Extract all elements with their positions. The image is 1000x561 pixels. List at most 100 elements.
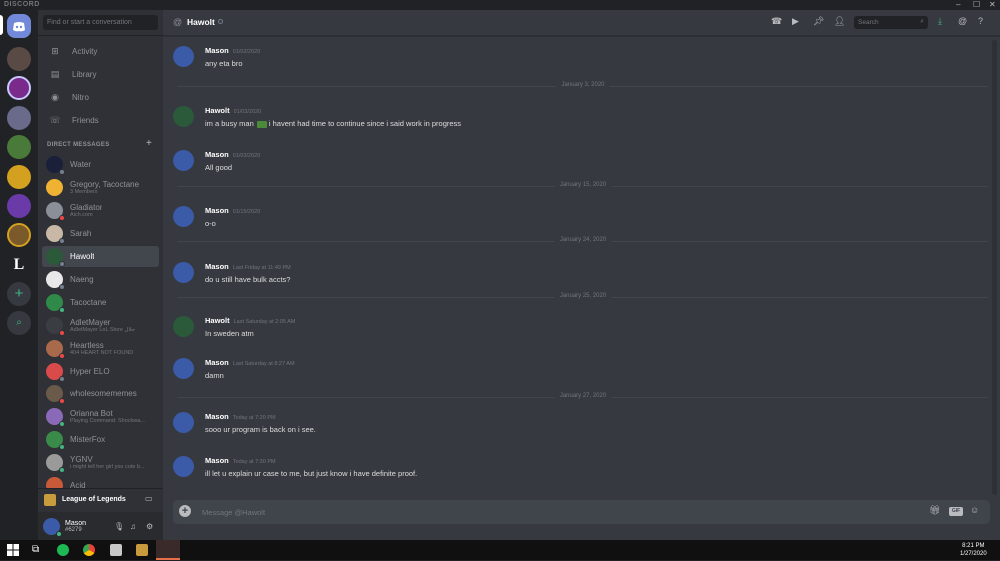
pinned-messages-icon[interactable]: 📌︎ (813, 16, 824, 27)
league-client-icon[interactable] (136, 544, 148, 556)
server-icon-l[interactable]: L (7, 253, 31, 277)
dm-item[interactable]: Gladiator Aich.com (42, 200, 159, 221)
chrome-icon[interactable] (83, 544, 95, 556)
add-friend-icon[interactable]: 👤︎ (834, 16, 845, 27)
nav-label: Friends (72, 116, 99, 125)
task-view-icon[interactable]: ⧉ (32, 543, 46, 557)
avatar (46, 248, 65, 267)
message-author[interactable]: Hawolt Last Saturday at 2:05 AM (205, 316, 295, 325)
settings-gear-icon[interactable]: ⚙ (146, 522, 153, 531)
dm-item[interactable]: Naeng (42, 269, 159, 290)
home-button[interactable] (7, 14, 31, 38)
dm-item[interactable]: Tacoctane (42, 292, 159, 313)
message-timestamp: 01/02/2020 (232, 49, 261, 55)
clock-time: 8:21 PM (962, 543, 985, 549)
dm-item[interactable]: Gregory, Tacoctane 3 Members (42, 177, 159, 198)
spotify-icon[interactable] (57, 544, 69, 556)
nav-library[interactable]: ▤ Library (42, 65, 159, 84)
voice-call-icon[interactable]: ☎ (771, 16, 782, 27)
windows-start-icon[interactable] (7, 543, 21, 557)
author-name[interactable]: Mason (205, 358, 229, 367)
dm-item[interactable]: Sarah (42, 223, 159, 244)
download-icon[interactable]: ⤓ (938, 16, 942, 27)
author-name[interactable]: Hawolt (205, 316, 230, 325)
author-name[interactable]: Mason (205, 412, 229, 421)
status-dot (59, 353, 65, 359)
server-icon[interactable] (7, 76, 31, 100)
author-name[interactable]: Hawolt (205, 106, 230, 115)
gif-button[interactable]: GIF (949, 507, 963, 516)
server-icon[interactable] (7, 106, 31, 130)
discord-taskbar-icon[interactable] (156, 540, 180, 560)
search-input[interactable]: Search ⌕ (854, 16, 928, 29)
microphone-icon[interactable]: 🎙︎ (114, 522, 124, 531)
server-icon[interactable] (7, 223, 31, 247)
nav-nitro[interactable]: ◉ Nitro (42, 88, 159, 107)
avatar[interactable] (173, 412, 194, 433)
message-input[interactable]: Message @Hawolt (202, 508, 265, 517)
server-icon[interactable] (7, 135, 31, 159)
gift-icon[interactable]: 🎁︎ (929, 505, 940, 516)
scrollbar[interactable] (992, 40, 997, 495)
nav-friends[interactable]: ☏ Friends (42, 111, 159, 130)
author-name[interactable]: Mason (205, 150, 229, 159)
author-name[interactable]: Mason (205, 206, 229, 215)
avatar[interactable] (173, 46, 194, 67)
server-icon[interactable] (7, 194, 31, 218)
message-author[interactable]: Mason 01/15/2020 (205, 206, 260, 215)
message-author[interactable]: Mason 01/03/2020 (205, 150, 260, 159)
explore-servers-icon[interactable]: ⌕ (7, 311, 31, 335)
user-panel: Mason #6279 🎙︎ ♫ ⚙ (38, 512, 163, 540)
message-author[interactable]: Hawolt 01/03/2020 (205, 106, 261, 115)
mentions-icon[interactable]: @ (958, 16, 967, 26)
avatar[interactable] (173, 150, 194, 171)
status-dot (59, 169, 65, 175)
dm-item[interactable]: Hyper ELO (42, 361, 159, 382)
dm-text: AdletMayer AdletMayer LoL Store حلال (70, 318, 135, 333)
avatar[interactable] (173, 316, 194, 337)
avatar[interactable] (43, 517, 62, 537)
server-icon[interactable] (7, 47, 31, 71)
dm-item[interactable]: Water (42, 154, 159, 175)
dm-item[interactable]: AdletMayer AdletMayer LoL Store حلال (42, 315, 159, 336)
find-conversation-input[interactable]: Find or start a conversation (43, 15, 158, 30)
monitor-icon[interactable]: ▭ (145, 494, 153, 503)
avatar[interactable] (173, 358, 194, 379)
avatar (46, 431, 65, 450)
message-timestamp: 01/03/2020 (232, 153, 261, 159)
video-call-icon[interactable]: ▶ (792, 16, 799, 27)
activity-bar[interactable]: League of Legends ▭ (38, 488, 163, 510)
author-name[interactable]: Mason (205, 456, 229, 465)
nav-activity[interactable]: ⊞ Activity (42, 42, 159, 61)
avatar[interactable] (173, 206, 194, 227)
message-author[interactable]: Mason Today at 7:20 PM (205, 412, 276, 421)
dm-item[interactable]: MisterFox (42, 429, 159, 450)
message-author[interactable]: Mason 01/02/2020 (205, 46, 260, 55)
create-dm-icon[interactable]: + (146, 138, 152, 149)
author-name[interactable]: Mason (205, 46, 229, 55)
help-icon[interactable]: ? (978, 16, 983, 26)
avatar[interactable] (173, 262, 194, 283)
dm-item[interactable]: YGNV i might tell her girl you cute b... (42, 452, 159, 473)
avatar[interactable] (173, 456, 194, 477)
headphones-icon[interactable]: ♫ (130, 522, 136, 531)
minimize-icon[interactable]: – (956, 0, 960, 10)
clock-date: 1/27/2020 (960, 551, 987, 557)
server-icon[interactable] (7, 165, 31, 189)
dm-item[interactable]: Orianna Bot Playing Command: Shockwa... (42, 406, 159, 427)
avatar[interactable] (173, 106, 194, 127)
app-icon[interactable] (110, 544, 122, 556)
upload-plus-icon[interactable]: + (179, 505, 191, 517)
message-author[interactable]: Mason Last Saturday at 8:27 AM (205, 358, 295, 367)
date-label: January 24, 2020 (554, 237, 612, 243)
close-icon[interactable]: ✕ (989, 0, 996, 10)
message-author[interactable]: Mason Today at 7:30 PM (205, 456, 276, 465)
dm-item[interactable]: wholesomememes (42, 383, 159, 404)
maximize-icon[interactable]: ☐ (973, 0, 980, 10)
dm-item[interactable]: Hawolt (42, 246, 159, 267)
message-author[interactable]: Mason Last Friday at 11:49 PM (205, 262, 291, 271)
author-name[interactable]: Mason (205, 262, 229, 271)
add-server-icon[interactable]: + (7, 282, 31, 306)
dm-item[interactable]: Heartless 404 HEART NOT FOUND (42, 338, 159, 359)
emoji-icon[interactable]: ☺ (970, 505, 979, 515)
